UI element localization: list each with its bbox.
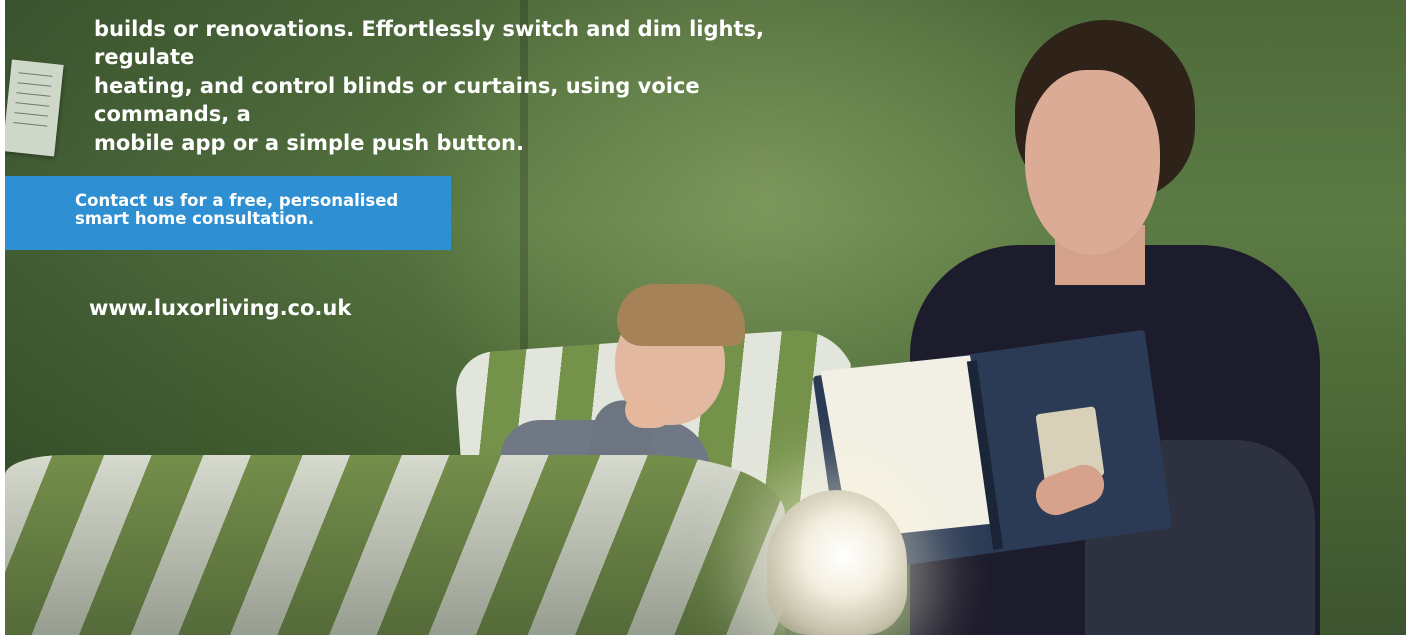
woman-face <box>1025 70 1160 255</box>
glowing-lamp <box>767 490 907 635</box>
consultation-cta-button[interactable]: Contact us for a free, personalised smar… <box>5 176 451 250</box>
cta-label: Contact us for a free, personalised smar… <box>75 191 399 228</box>
body-line: builds or renovations. Effortlessly swit… <box>94 16 765 70</box>
website-link[interactable]: www.luxorliving.co.uk <box>89 296 351 320</box>
body-line: heating, and control blinds or curtains,… <box>94 73 700 127</box>
body-line: mobile app or a simple push button. <box>94 130 524 155</box>
blanket-shadow <box>5 455 785 635</box>
pinned-note <box>5 59 64 157</box>
ad-body-copy: builds or renovations. Effortlessly swit… <box>94 0 834 157</box>
child-hair <box>617 284 745 346</box>
child-hand <box>625 392 673 428</box>
